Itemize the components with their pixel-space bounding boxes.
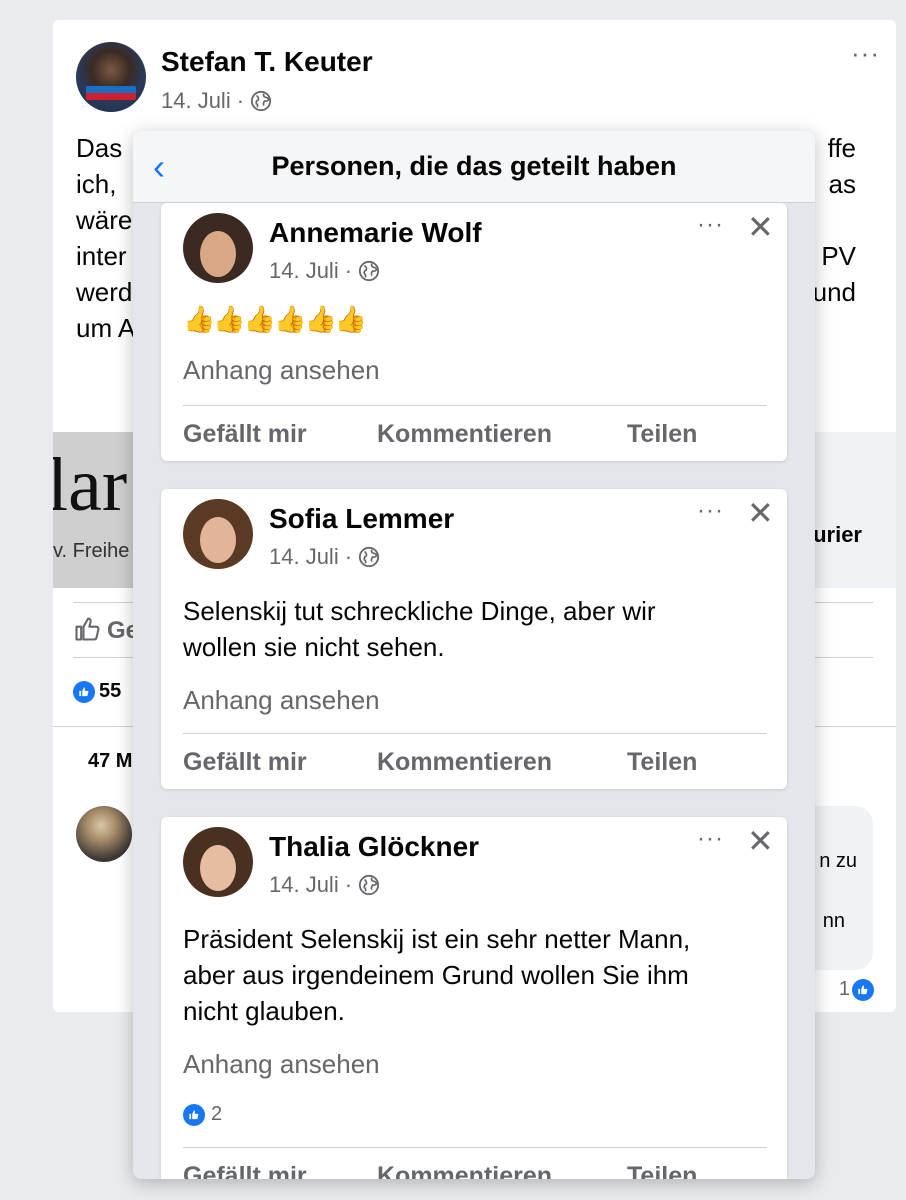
post-date-text: 14. Juli xyxy=(161,88,231,113)
comment-text: nn xyxy=(822,910,845,932)
view-attachment-link[interactable]: Anhang ansehen xyxy=(183,1049,380,1080)
share-text-line: Präsident Selenskij ist ein sehr netter … xyxy=(183,924,691,954)
avatar[interactable] xyxy=(183,827,253,897)
close-icon[interactable]: ✕ xyxy=(747,495,774,531)
dialog-title: Personen, die das geteilt haben xyxy=(271,151,677,181)
avatar[interactable] xyxy=(183,213,253,283)
share-card: Thalia Glöckner 14. Juli · ··· ✕ Präsiden… xyxy=(161,817,787,1179)
share-date-text: 14. Juli xyxy=(269,258,339,283)
share-reactions[interactable]: 2 xyxy=(183,1103,222,1126)
comment-reaction-count: 1 xyxy=(838,978,850,1000)
like-reaction-icon xyxy=(852,978,874,1001)
comment-button[interactable]: Kommentieren xyxy=(377,406,627,461)
share-text-line: aber aus irgendeinem Grund wollen Sie ih… xyxy=(183,960,689,990)
globe-icon xyxy=(358,260,380,282)
close-icon[interactable]: ✕ xyxy=(747,209,774,245)
more-options-icon[interactable]: ··· xyxy=(697,825,724,853)
date-separator: · xyxy=(344,258,353,283)
share-action-bar: Gefällt mir Kommentieren Teilen xyxy=(183,733,767,789)
close-icon[interactable]: ✕ xyxy=(747,823,774,859)
share-button[interactable]: Teilen xyxy=(627,734,697,789)
share-date-text: 14. Juli xyxy=(269,872,339,897)
share-date: 14. Juli · xyxy=(269,258,380,284)
like-button[interactable]: Gefällt mir xyxy=(183,734,377,789)
share-card: Annemarie Wolf 14. Juli · ··· ✕ 👍👍👍👍👍👍 An… xyxy=(161,203,787,461)
share-date: 14. Juli · xyxy=(269,872,380,898)
reaction-count: 55 xyxy=(99,680,122,702)
globe-icon xyxy=(358,874,380,896)
more-options-icon[interactable]: ··· xyxy=(697,211,724,239)
globe-icon xyxy=(250,90,272,112)
post-more-button[interactable]: ··· xyxy=(851,38,880,69)
share-button[interactable]: Teilen xyxy=(627,406,697,461)
share-text: Selenskij tut schreckliche Dinge, aber w… xyxy=(183,593,773,665)
date-separator: · xyxy=(344,544,353,569)
date-separator: · xyxy=(236,88,245,113)
post-reactions[interactable]: 55 xyxy=(73,680,121,703)
dialog-header: ‹ Personen, die das geteilt haben xyxy=(133,131,815,203)
date-separator: · xyxy=(344,872,353,897)
share-text: 👍👍👍👍👍👍 xyxy=(183,304,367,334)
comment-text: n zu xyxy=(819,850,857,872)
comment-button[interactable]: Kommentieren xyxy=(377,1148,627,1179)
share-author[interactable]: Sofia Lemmer xyxy=(269,503,454,535)
link-preview-image: lar v. Freihe xyxy=(53,432,143,588)
like-reaction-icon xyxy=(183,1103,205,1126)
share-author[interactable]: Thalia Glöckner xyxy=(269,831,479,863)
share-action-bar: Gefällt mir Kommentieren Teilen xyxy=(183,1147,767,1179)
comments-sort[interactable]: 47 M xyxy=(88,750,132,773)
share-text-line: Selenskij tut schreckliche Dinge, aber w… xyxy=(183,596,656,626)
author-avatar[interactable] xyxy=(76,42,146,112)
comment-reactions[interactable]: 1 xyxy=(839,978,874,1001)
share-action-bar: Gefällt mir Kommentieren Teilen xyxy=(183,405,767,461)
like-button[interactable]: Gefällt mir xyxy=(183,406,377,461)
link-logo: lar xyxy=(53,443,128,527)
more-options-icon[interactable]: ··· xyxy=(697,497,724,525)
share-button[interactable]: Teilen xyxy=(627,1148,697,1179)
comment-button[interactable]: Kommentieren xyxy=(377,734,627,789)
view-attachment-link[interactable]: Anhang ansehen xyxy=(183,355,380,386)
share-date: 14. Juli · xyxy=(269,544,380,570)
link-logo-subtitle: v. Freihe xyxy=(53,540,130,562)
share-author[interactable]: Annemarie Wolf xyxy=(269,217,482,249)
reaction-count: 2 xyxy=(211,1103,223,1125)
commenter-avatar[interactable] xyxy=(76,806,132,862)
link-source: urier xyxy=(813,522,862,547)
like-button[interactable]: Gefällt mir xyxy=(183,1148,377,1179)
post-date: 14. Juli · xyxy=(161,88,272,114)
share-card: Sofia Lemmer 14. Juli · ··· ✕ Selenskij t… xyxy=(161,489,787,789)
shares-dialog: ‹ Personen, die das geteilt haben Annema… xyxy=(133,131,815,1179)
share-date-text: 14. Juli xyxy=(269,544,339,569)
like-reaction-icon xyxy=(73,680,95,703)
avatar[interactable] xyxy=(183,499,253,569)
view-attachment-link[interactable]: Anhang ansehen xyxy=(183,685,380,716)
post-author[interactable]: Stefan T. Keuter xyxy=(161,46,373,78)
share-text-line: wollen sie nicht sehen. xyxy=(183,632,445,662)
share-text: Präsident Selenskij ist ein sehr netter … xyxy=(183,921,773,1029)
globe-icon xyxy=(358,546,380,568)
share-text-line: nicht glauben. xyxy=(183,996,345,1026)
like-thumb-icon[interactable] xyxy=(73,615,101,643)
